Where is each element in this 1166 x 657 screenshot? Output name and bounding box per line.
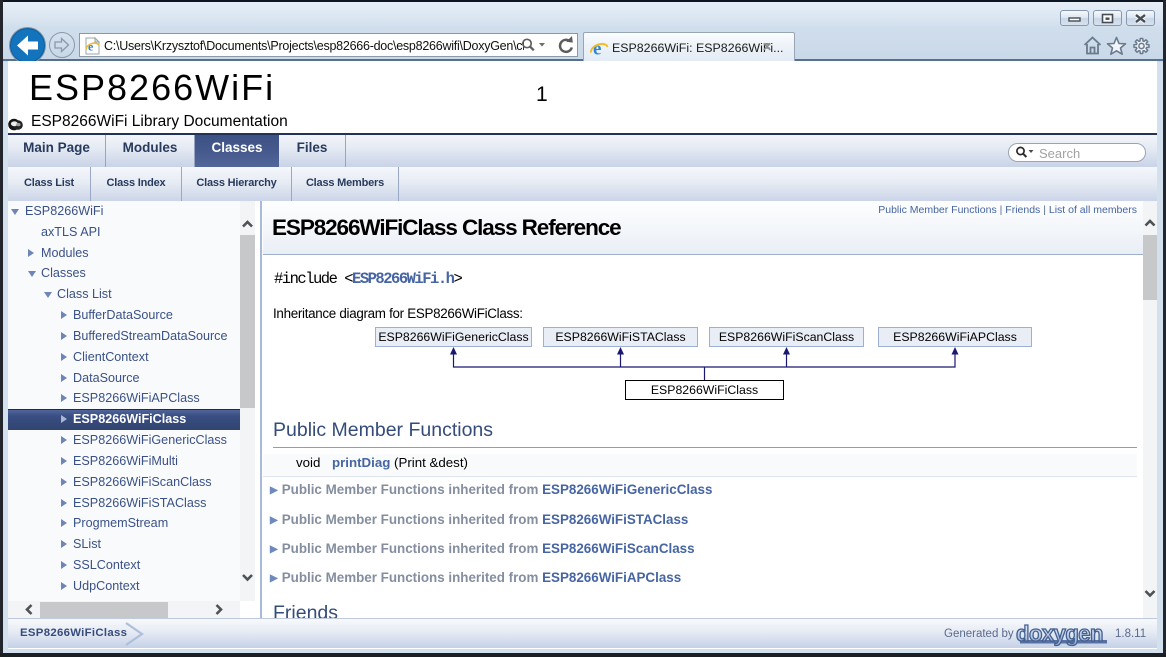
svg-text:doxygen: doxygen <box>1016 621 1103 646</box>
svg-text:e: e <box>88 40 94 54</box>
